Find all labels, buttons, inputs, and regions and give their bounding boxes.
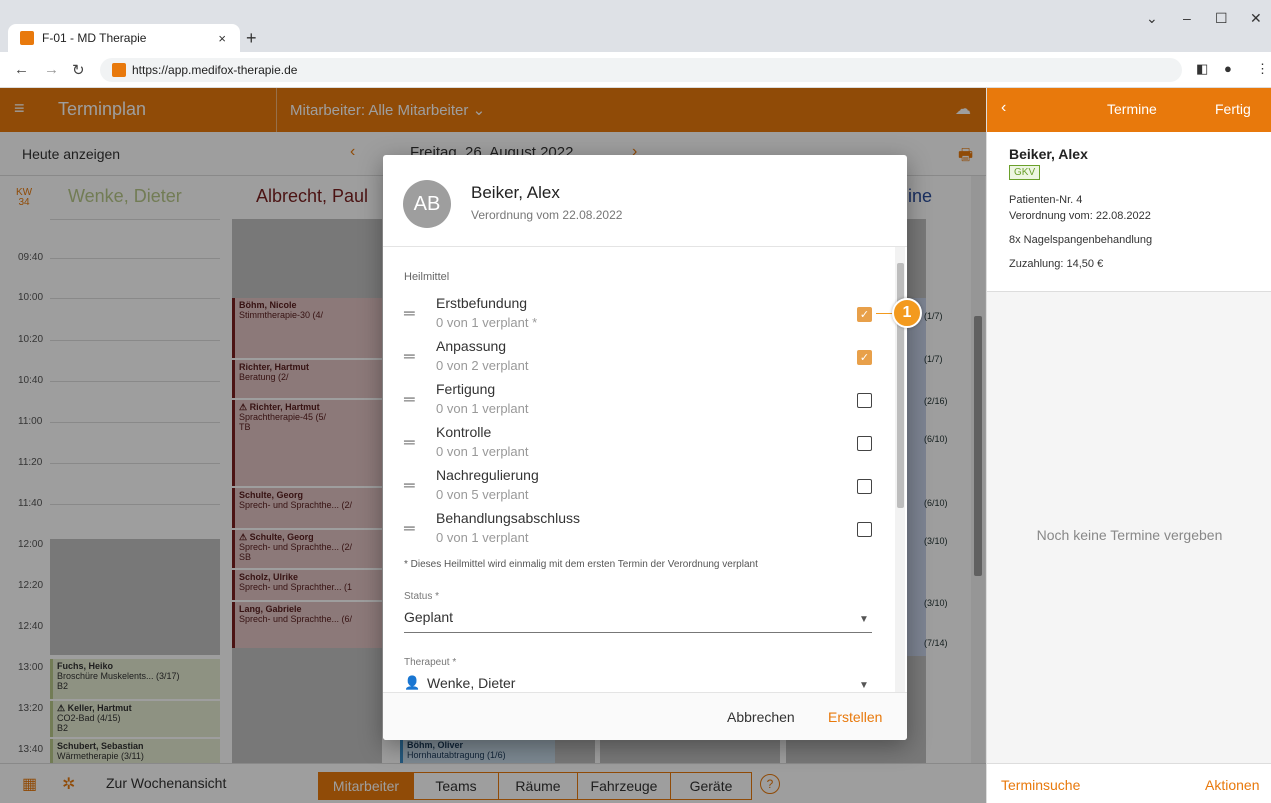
remedy-item: ═ Fertigung 0 von 1 verplant: [404, 381, 874, 423]
patient-info: Beiker, Alex GKV Patienten-Nr. 4 Verordn…: [987, 132, 1271, 292]
remedy-checkbox[interactable]: ✓: [857, 307, 872, 322]
status-label: Status *: [404, 591, 440, 602]
remedy-name: Nachregulierung: [436, 467, 539, 483]
right-panel-title: Termine: [1107, 101, 1157, 117]
patient-name: Beiker, Alex: [1009, 146, 1088, 162]
insurance-badge: GKV: [1009, 165, 1041, 180]
appointments-empty-area: Noch keine Termine vergeben: [987, 292, 1271, 763]
remedy-checkbox[interactable]: [857, 393, 872, 408]
remedy-name: Anpassung: [436, 338, 507, 354]
copay: Zuzahlung: 14,50 €: [1009, 258, 1104, 270]
remedy-name: Fertigung: [436, 381, 496, 397]
back-arrow-icon[interactable]: ←: [14, 61, 29, 78]
right-panel-footer: Terminsuche Aktionen: [987, 763, 1271, 803]
favicon-icon: [20, 31, 34, 45]
new-tab-button[interactable]: +: [246, 28, 257, 49]
cancel-button[interactable]: Abbrechen: [727, 709, 795, 725]
remedy-checkbox[interactable]: [857, 522, 872, 537]
prescription-date: Verordnung vom: 22.08.2022: [1009, 210, 1151, 222]
dropdown-caret-icon[interactable]: ▼: [859, 680, 869, 691]
patient-number: Patienten-Nr. 4: [1009, 194, 1083, 206]
dialog-footer: Abbrechen Erstellen: [383, 692, 907, 740]
profile-icon[interactable]: ●: [1224, 61, 1232, 76]
tab-title: F-01 - MD Therapie: [42, 31, 147, 45]
drag-handle-icon[interactable]: ═: [404, 305, 415, 322]
remedy-item: ═ Kontrolle 0 von 1 verplant: [404, 424, 874, 466]
browser-tabbar: F-01 - MD Therapie × + ⌄ – ☐ ✕: [0, 0, 1271, 52]
avatar: AB: [403, 180, 451, 228]
browser-tab[interactable]: F-01 - MD Therapie ×: [8, 24, 240, 52]
right-panel: ‹ Termine Fertig Beiker, Alex GKV Patien…: [986, 88, 1271, 803]
remedy-planned: 0 von 1 verplant: [436, 401, 529, 416]
remedy-item: ═ Behandlungsabschluss 0 von 1 verplant: [404, 510, 874, 552]
callout-badge: 1: [892, 298, 922, 328]
url-input[interactable]: https://app.medifox-therapie.de: [100, 58, 1182, 82]
footnote: * Dieses Heilmittel wird einmalig mit de…: [404, 559, 758, 570]
remedy-planned: 0 von 5 verplant: [436, 487, 529, 502]
maximize-icon[interactable]: ☐: [1215, 10, 1228, 27]
drag-handle-icon[interactable]: ═: [404, 477, 415, 494]
dialog-subtitle: Verordnung vom 22.08.2022: [471, 208, 623, 222]
dialog-header: AB Beiker, Alex Verordnung vom 22.08.202…: [383, 155, 907, 247]
back-chevron-icon[interactable]: ‹: [1001, 99, 1006, 117]
address-bar: ← → ↻ https://app.medifox-therapie.de ◧ …: [0, 52, 1271, 88]
remedy-planned: 0 von 1 verplant: [436, 444, 529, 459]
remedy-item: ═ Anpassung 0 von 2 verplant ✓: [404, 338, 874, 380]
drag-handle-icon[interactable]: ═: [404, 520, 415, 537]
status-select[interactable]: Geplant: [404, 609, 453, 625]
minimize-icon[interactable]: –: [1183, 10, 1191, 26]
close-window-icon[interactable]: ✕: [1250, 10, 1262, 27]
reload-icon[interactable]: ↻: [72, 61, 85, 79]
appointment-search-link[interactable]: Terminsuche: [1001, 777, 1080, 793]
remedy-name: Behandlungsabschluss: [436, 510, 580, 526]
forward-arrow-icon[interactable]: →: [44, 61, 59, 78]
sidepanel-icon[interactable]: ◧: [1196, 61, 1208, 77]
drag-handle-icon[interactable]: ═: [404, 434, 415, 451]
remedy-name: Kontrolle: [436, 424, 492, 440]
remedy-planned: 0 von 1 verplant: [436, 530, 529, 545]
remedy-checkbox[interactable]: [857, 479, 872, 494]
url-text: https://app.medifox-therapie.de: [132, 63, 298, 77]
remedy-planned: 0 von 1 verplant *: [436, 315, 538, 330]
actions-link[interactable]: Aktionen: [1205, 777, 1259, 793]
drag-handle-icon[interactable]: ═: [404, 348, 415, 365]
tab-close-icon[interactable]: ×: [218, 31, 226, 46]
treatment: 8x Nagelspangenbehandlung: [1009, 234, 1153, 246]
therapist-label: Therapeut *: [404, 657, 457, 668]
dialog-patient-name: Beiker, Alex: [471, 183, 560, 202]
create-button[interactable]: Erstellen: [828, 709, 882, 725]
right-panel-header: ‹ Termine Fertig: [987, 88, 1271, 132]
remedy-item: ═ Nachregulierung 0 von 5 verplant: [404, 467, 874, 509]
remedy-checkbox[interactable]: ✓: [857, 350, 872, 365]
section-label: Heilmittel: [404, 271, 450, 283]
dropdown-caret-icon[interactable]: ▼: [859, 614, 869, 625]
site-favicon-icon: [112, 63, 126, 77]
remedy-checkbox[interactable]: [857, 436, 872, 451]
drag-handle-icon[interactable]: ═: [404, 391, 415, 408]
done-button[interactable]: Fertig: [1215, 101, 1251, 117]
chevron-down-icon[interactable]: ⌄: [1146, 10, 1158, 27]
empty-state-text: Noch keine Termine vergeben: [1036, 527, 1223, 543]
remedy-item: ═ Erstbefundung 0 von 1 verplant * ✓: [404, 295, 874, 337]
menu-dots-icon[interactable]: ⋮: [1256, 61, 1269, 77]
therapist-select[interactable]: Wenke, Dieter: [427, 675, 515, 691]
remedy-planned: 0 von 2 verplant: [436, 358, 529, 373]
remedy-name: Erstbefundung: [436, 295, 528, 311]
person-icon: 👤: [404, 675, 421, 690]
status-underline: [404, 632, 872, 633]
appointment-dialog: AB Beiker, Alex Verordnung vom 22.08.202…: [383, 155, 907, 740]
dialog-body: Heilmittel ═ Erstbefundung 0 von 1 verpl…: [383, 247, 907, 692]
